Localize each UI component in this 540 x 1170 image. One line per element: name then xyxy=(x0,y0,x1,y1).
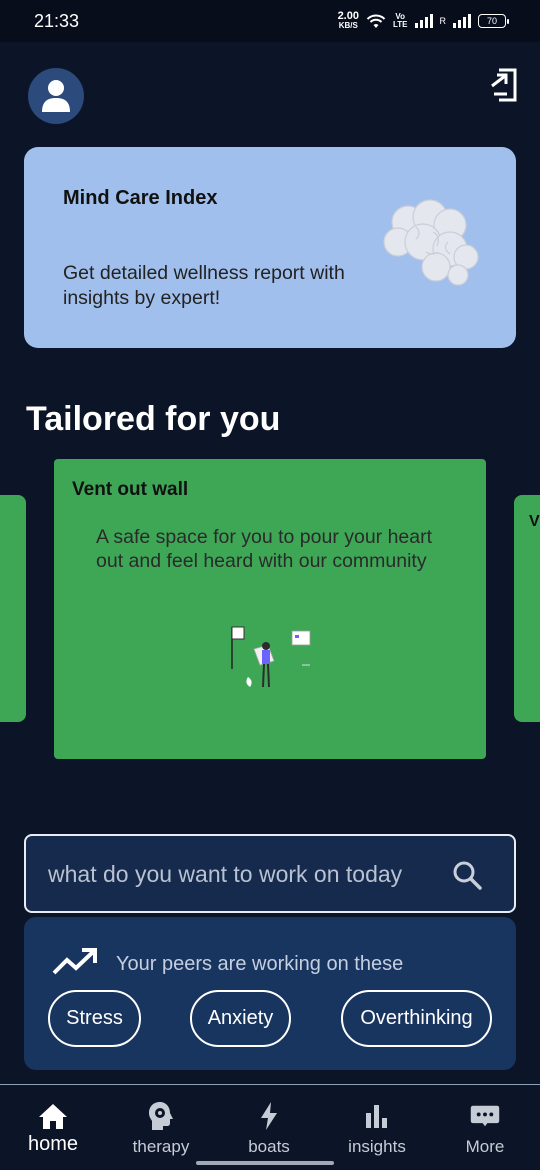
chip-anxiety[interactable]: Anxiety xyxy=(190,990,291,1047)
home-icon xyxy=(38,1101,68,1131)
brain-icon xyxy=(383,199,479,286)
bottom-nav: home therapy boats insights More xyxy=(0,1084,540,1170)
vent-card-description: A safe space for you to pour your heart … xyxy=(96,526,433,572)
mind-care-title: Mind Care Index xyxy=(63,187,218,209)
nav-insights-label: insights xyxy=(348,1137,406,1156)
mind-care-card[interactable]: Mind Care Index Get detailed wellness re… xyxy=(24,147,516,348)
signal-icon xyxy=(414,14,433,28)
status-time: 21:33 xyxy=(34,10,80,31)
nav-insights[interactable]: insights xyxy=(332,1085,422,1170)
lightning-icon xyxy=(254,1101,284,1131)
next-card-title: V xyxy=(529,513,540,530)
wifi-icon xyxy=(366,14,386,28)
home-indicator[interactable] xyxy=(196,1161,334,1165)
more-dots-icon xyxy=(470,1101,500,1131)
nav-therapy-label: therapy xyxy=(132,1137,190,1156)
trending-up-icon xyxy=(52,948,97,975)
nav-therapy[interactable]: therapy xyxy=(116,1085,206,1170)
search-box[interactable] xyxy=(24,834,516,913)
head-gear-icon xyxy=(146,1101,176,1131)
network-speed-value: 2.00 xyxy=(337,10,359,22)
carousel-card-previous[interactable] xyxy=(0,495,26,722)
status-indicators: 2.00 KB/S Vo LTE R 70 xyxy=(337,10,509,31)
nav-home[interactable]: home xyxy=(8,1085,98,1170)
peers-card: Your peers are working on these Stress A… xyxy=(24,917,516,1070)
mind-care-description: Get detailed wellness report with insigh… xyxy=(63,262,345,309)
carousel-card-next[interactable]: V xyxy=(514,495,540,722)
chip-stress[interactable]: Stress xyxy=(48,990,141,1047)
tailored-title: Tailored for you xyxy=(26,400,281,438)
battery-icon: 70 xyxy=(478,14,509,28)
nav-home-label: home xyxy=(27,1133,79,1155)
nav-more-label: More xyxy=(465,1137,505,1156)
logout-icon xyxy=(491,68,517,102)
network-speed: 2.00 KB/S xyxy=(337,10,359,31)
user-icon xyxy=(42,80,70,112)
vent-out-wall-card[interactable]: Vent out wall A safe space for you to po… xyxy=(54,459,486,759)
bar-chart-icon xyxy=(362,1101,392,1131)
roaming-indicator: R xyxy=(439,16,447,26)
nav-boats-label: boats xyxy=(248,1137,290,1156)
logout-button[interactable] xyxy=(488,68,520,102)
volte-indicator: Vo LTE xyxy=(393,13,408,29)
vent-card-title: Vent out wall xyxy=(72,479,189,500)
nav-more[interactable]: More xyxy=(440,1085,530,1170)
peers-heading: Your peers are working on these xyxy=(116,953,404,975)
battery-level: 70 xyxy=(486,16,497,26)
nav-boats[interactable]: boats xyxy=(224,1085,314,1170)
avatar[interactable] xyxy=(28,68,84,124)
search-icon[interactable] xyxy=(452,860,482,890)
vent-illustration xyxy=(231,626,311,688)
status-bar: 21:33 2.00 KB/S Vo LTE R 70 xyxy=(0,0,540,42)
signal-icon-2 xyxy=(453,14,471,28)
search-input[interactable] xyxy=(48,854,438,894)
volte-bottom: LTE xyxy=(392,20,408,29)
chip-overthinking[interactable]: Overthinking xyxy=(341,990,492,1047)
network-speed-unit: KB/S xyxy=(338,21,358,30)
